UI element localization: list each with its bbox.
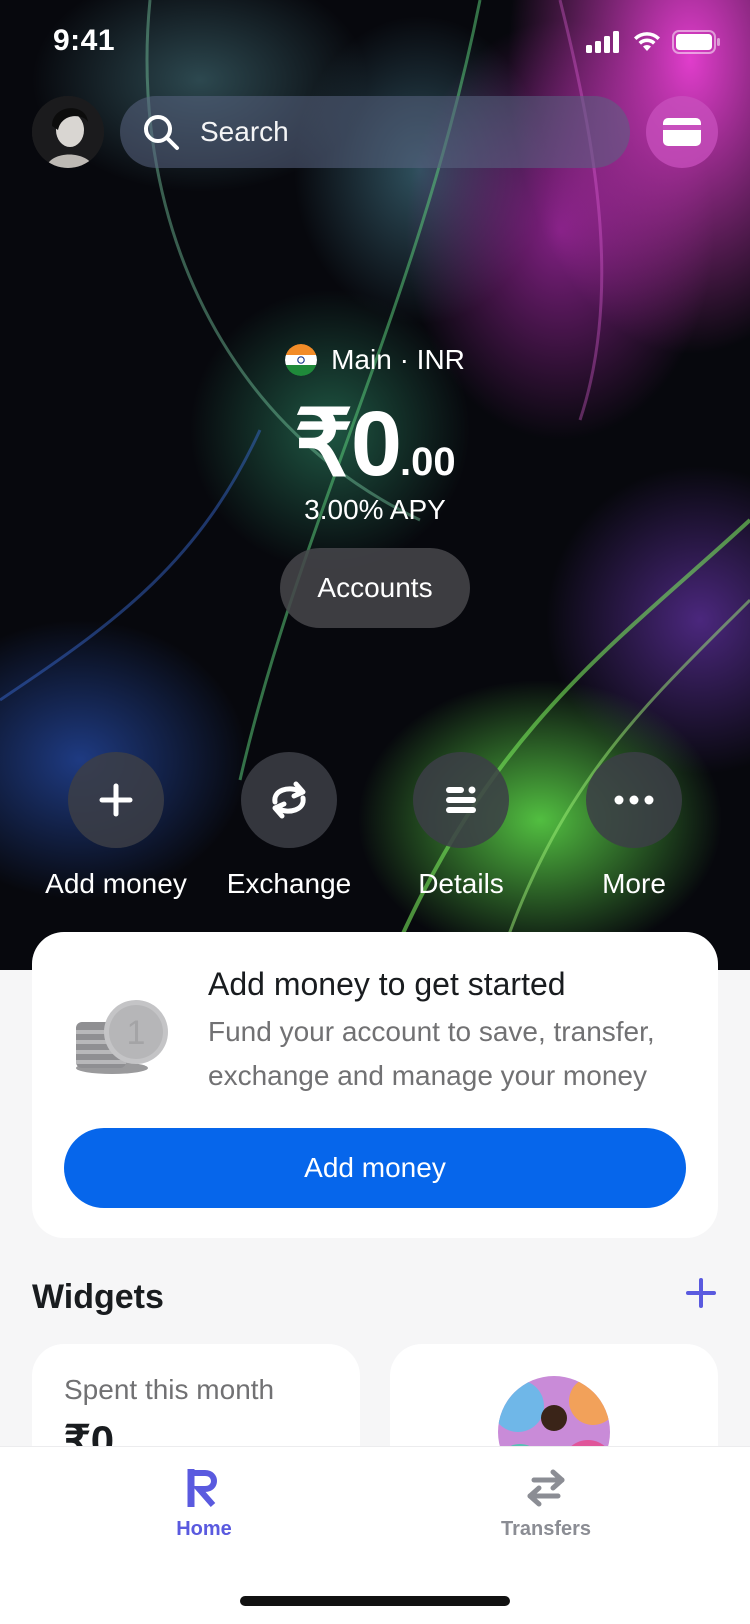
signal-icon	[586, 31, 619, 53]
balance-main: ₹0	[294, 393, 402, 495]
more-action-button[interactable]	[586, 752, 682, 848]
search-bar[interactable]: Search	[120, 96, 630, 168]
tab-home-label: Home	[176, 1518, 232, 1540]
details-label: Details	[418, 868, 504, 899]
add-widget-icon[interactable]	[684, 1276, 718, 1310]
search-placeholder: Search	[200, 116, 289, 147]
card-icon	[663, 118, 701, 146]
accounts-button[interactable]: Accounts	[280, 548, 470, 628]
cards-button[interactable]	[646, 96, 718, 168]
exchange-action-button[interactable]	[241, 752, 337, 848]
svg-text:1: 1	[127, 1014, 146, 1052]
exchange-action[interactable]: Exchange	[189, 752, 389, 900]
apy-label: 3.00% APY	[304, 494, 446, 525]
widgets-title: Widgets	[32, 1278, 164, 1316]
exchange-icon	[272, 781, 306, 819]
details-icon	[446, 786, 476, 813]
india-flag-icon	[285, 344, 318, 376]
spent-label: Spent this month	[64, 1374, 275, 1405]
transfers-icon	[527, 1469, 565, 1507]
status-bar: 9:41	[0, 0, 750, 88]
search-icon	[144, 115, 179, 150]
more-icon	[614, 795, 654, 805]
more-action[interactable]: More	[534, 752, 734, 900]
details-action[interactable]: Details	[361, 752, 561, 900]
add-money-promo-card: 1 Add money to get started Fund your acc…	[32, 932, 718, 1238]
tab-transfers-label: Transfers	[500, 1518, 592, 1540]
wifi-icon	[634, 32, 660, 51]
plus-icon	[99, 783, 133, 817]
account-selector[interactable]: Main · INR	[0, 344, 750, 376]
revolut-home-icon	[187, 1467, 217, 1509]
profile-avatar[interactable]	[32, 96, 104, 168]
add-money-action-button[interactable]	[68, 752, 164, 848]
tab-home[interactable]: Home	[124, 1467, 284, 1541]
account-label: Main · INR	[331, 344, 465, 375]
add-money-action[interactable]: Add money	[16, 752, 216, 900]
home-indicator	[240, 1596, 510, 1606]
balance-decimals: .00	[400, 440, 456, 484]
avatar-photo	[32, 96, 104, 168]
details-action-button[interactable]	[413, 752, 509, 848]
coins-icon: 1	[76, 1000, 168, 1074]
add-money-button[interactable]: Add money	[64, 1128, 686, 1208]
exchange-label: Exchange	[226, 868, 352, 899]
status-time: 9:41	[53, 24, 116, 57]
battery-icon	[672, 30, 720, 54]
balance-amount: ₹0.00	[0, 390, 750, 497]
tab-transfers[interactable]: Transfers	[466, 1469, 626, 1541]
add-money-label: Add money	[45, 868, 187, 899]
promo-title: Add money to get started	[208, 966, 566, 1002]
more-label: More	[602, 868, 666, 899]
hero-background: 9:41 Search Main · INR ₹0.00 3.00% APY A…	[0, 0, 750, 970]
promo-description: Fund your account to save, transfer, exc…	[208, 1016, 655, 1091]
status-icons	[586, 30, 720, 54]
